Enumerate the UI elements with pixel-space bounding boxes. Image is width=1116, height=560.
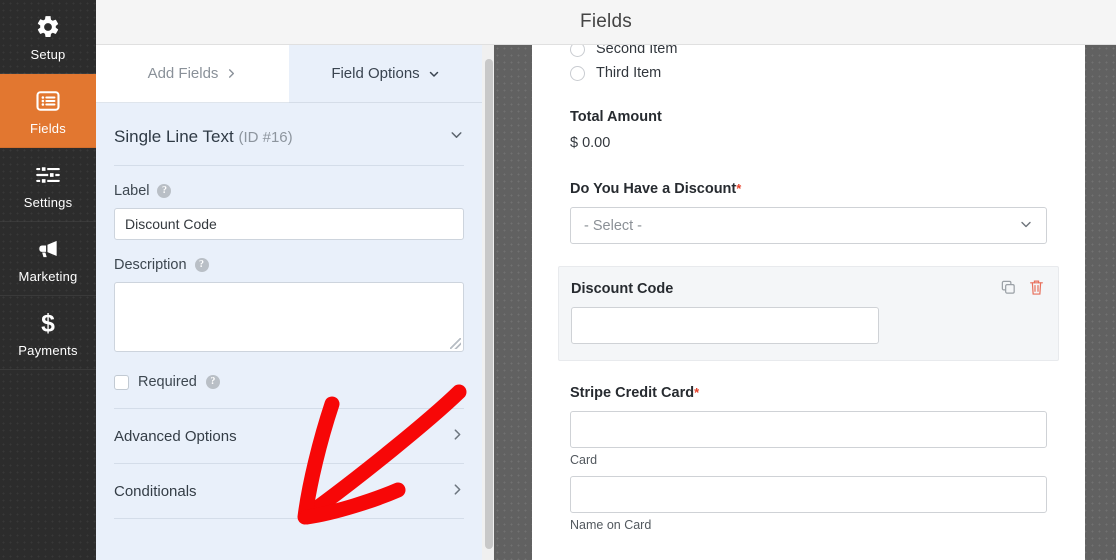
- discount-code-field-block[interactable]: Discount Code: [558, 266, 1059, 361]
- sidebar-item-label: Payments: [18, 342, 78, 358]
- radio-label: Third Item: [596, 65, 662, 81]
- megaphone-icon: [34, 234, 62, 264]
- panel-body: Single Line Text (ID #16) Label ? Descri…: [96, 103, 482, 519]
- accordion-label: Conditionals: [114, 482, 197, 500]
- stripe-card-sublabel: Card: [570, 453, 598, 467]
- form-preview: Second Item Third Item Total Amount $ 0.…: [532, 45, 1085, 560]
- label-input[interactable]: [114, 208, 464, 240]
- left-sidebar: Setup Fields Settings Marketing $ Paymen…: [0, 0, 96, 560]
- chevron-down-icon: [428, 68, 440, 80]
- sidebar-item-label: Setup: [30, 46, 66, 62]
- required-label: Required: [138, 374, 197, 390]
- sliders-icon: [34, 160, 62, 190]
- sidebar-item-setup[interactable]: Setup: [0, 0, 96, 74]
- stripe-card-input[interactable]: [570, 411, 1047, 448]
- field-block-actions: [1000, 279, 1044, 296]
- top-header-bar: Fields: [96, 0, 1116, 45]
- required-asterisk: *: [694, 385, 700, 400]
- sidebar-item-label: Fields: [30, 120, 66, 136]
- resize-handle-icon[interactable]: [450, 338, 461, 349]
- field-type-label: Single Line Text: [114, 127, 234, 146]
- tab-field-options[interactable]: Field Options: [289, 45, 482, 103]
- description-property-row: Description ?: [114, 257, 464, 273]
- radio-icon[interactable]: [570, 65, 585, 81]
- tab-field-options-label: Field Options: [331, 65, 420, 82]
- required-asterisk: *: [736, 181, 742, 196]
- radio-option-second[interactable]: Second Item: [570, 45, 1047, 57]
- sidebar-item-marketing[interactable]: Marketing: [0, 222, 96, 296]
- label-property: Label ?: [114, 166, 464, 240]
- sidebar-item-fields[interactable]: Fields: [0, 74, 96, 148]
- required-checkbox[interactable]: [114, 374, 129, 390]
- total-amount-field: Total Amount $ 0.00: [570, 109, 1047, 151]
- panel-scrollbar[interactable]: [482, 45, 494, 560]
- dollar-icon: $: [35, 308, 61, 338]
- list-icon: [34, 86, 62, 116]
- sidebar-item-payments[interactable]: $ Payments: [0, 296, 96, 370]
- stripe-label: Stripe Credit Card*: [570, 385, 1047, 401]
- discount-code-label: Discount Code: [571, 281, 674, 297]
- help-icon[interactable]: ?: [157, 184, 172, 198]
- total-amount-value: $ 0.00: [570, 135, 611, 151]
- discount-question-text: Do You Have a Discount: [570, 181, 737, 197]
- required-property[interactable]: Required ?: [114, 352, 464, 409]
- discount-question-label: Do You Have a Discount*: [570, 181, 1047, 197]
- gear-icon: [35, 12, 61, 42]
- copy-icon[interactable]: [1000, 279, 1017, 296]
- chevron-down-icon[interactable]: [449, 127, 464, 147]
- help-icon[interactable]: ?: [194, 258, 209, 272]
- stripe-label-text: Stripe Credit Card: [570, 385, 695, 401]
- chevron-down-icon: [1019, 217, 1033, 235]
- tab-add-fields-label: Add Fields: [147, 65, 219, 82]
- stripe-name-input[interactable]: [570, 476, 1047, 513]
- accordion-conditionals[interactable]: Conditionals: [114, 464, 464, 519]
- total-amount-label: Total Amount: [570, 109, 662, 125]
- label-property-label: Label: [114, 183, 150, 199]
- accordion-label: Advanced Options: [114, 427, 237, 445]
- discount-code-input[interactable]: [571, 307, 879, 344]
- discount-question-field: Do You Have a Discount* - Select -: [570, 181, 1047, 244]
- page-title: Fields: [580, 11, 632, 32]
- stripe-name-sublabel: Name on Card: [570, 518, 652, 532]
- chevron-right-icon: [451, 428, 464, 445]
- discount-select-value: - Select -: [584, 217, 643, 234]
- discount-select[interactable]: - Select -: [570, 207, 1047, 244]
- chevron-right-icon: [451, 483, 464, 500]
- stripe-credit-card-field: Stripe Credit Card* Card Name on Card: [570, 385, 1047, 532]
- field-options-panel: Add Fields Field Options Single Line Tex…: [96, 45, 482, 560]
- radio-label: Second Item: [596, 45, 678, 57]
- field-header[interactable]: Single Line Text (ID #16): [114, 103, 464, 166]
- field-header-title: Single Line Text (ID #16): [114, 127, 293, 147]
- label-property-row: Label ?: [114, 183, 464, 199]
- description-property: Description ?: [114, 240, 464, 352]
- radio-icon[interactable]: [570, 45, 585, 57]
- accordion-advanced-options[interactable]: Advanced Options: [114, 409, 464, 464]
- description-textarea[interactable]: [114, 282, 464, 352]
- sidebar-item-settings[interactable]: Settings: [0, 148, 96, 222]
- trash-icon[interactable]: [1029, 279, 1044, 296]
- svg-text:$: $: [41, 310, 55, 336]
- radio-option-third[interactable]: Third Item: [570, 65, 1047, 81]
- app-root: Setup Fields Settings Marketing $ Paymen…: [0, 0, 1116, 560]
- panel-tabs: Add Fields Field Options: [96, 45, 482, 103]
- sidebar-item-label: Settings: [23, 194, 73, 210]
- description-property-label: Description: [114, 257, 187, 273]
- sidebar-item-label: Marketing: [18, 268, 78, 284]
- tab-add-fields[interactable]: Add Fields: [96, 45, 289, 103]
- panel-scrollbar-thumb[interactable]: [485, 59, 493, 549]
- field-id-label: (ID #16): [238, 129, 293, 146]
- chevron-right-icon: [226, 68, 237, 79]
- help-icon[interactable]: ?: [205, 375, 220, 389]
